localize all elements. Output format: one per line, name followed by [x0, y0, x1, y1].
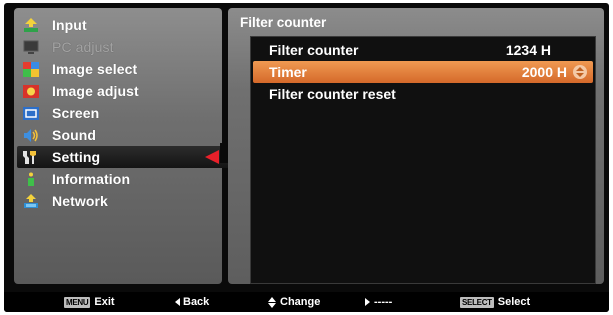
menu-item-network[interactable]: Network [18, 190, 220, 212]
row-label: Timer [269, 64, 307, 80]
next-label: ----- [374, 296, 393, 308]
image-select-icon [22, 61, 39, 77]
menu-item-label: Information [52, 171, 131, 187]
menu-item-label: Setting [52, 149, 101, 165]
menu-key-icon: MENU [64, 296, 91, 308]
main-menu: Input PC adjust Image select Image adjus… [14, 8, 229, 284]
menu-item-screen[interactable]: Screen [18, 102, 220, 124]
panel-title: Filter counter [240, 15, 327, 30]
change-label: Change [280, 296, 321, 308]
back-label: Back [183, 296, 210, 308]
row-value: 2000 H [521, 64, 567, 80]
menu-item-image-adjust[interactable]: Image adjust [18, 80, 220, 102]
menu-item-label: Image select [52, 61, 138, 77]
left-arrow-icon [175, 298, 180, 306]
submenu-list: Filter counter 1234 H Timer 2000 H Filte… [250, 36, 596, 284]
menu-item-input[interactable]: Input [18, 14, 220, 36]
menu-item-image-select[interactable]: Image select [18, 58, 220, 80]
pc-adjust-icon [22, 39, 39, 55]
button-guide-bar: MENU Exit Back Change ----- SELECT Selec… [4, 292, 609, 312]
submenu-panel: Filter counter Filter counter 1234 H Tim… [228, 8, 604, 284]
row-label: Filter counter [269, 42, 359, 58]
information-icon [22, 171, 39, 187]
submenu-row-filter-counter[interactable]: Filter counter 1234 H [253, 39, 593, 61]
network-icon [22, 193, 39, 209]
submenu-row-timer[interactable]: Timer 2000 H [253, 61, 593, 83]
change-hint: Change [268, 295, 320, 309]
back-hint: Back [175, 295, 209, 309]
menu-item-setting[interactable]: Setting [17, 146, 229, 168]
menu-item-sound[interactable]: Sound [18, 124, 220, 146]
selection-arrow-icon [205, 150, 219, 164]
right-arrow-icon [365, 298, 370, 306]
menu-item-label: Input [52, 17, 87, 33]
menu-item-information[interactable]: Information [18, 168, 220, 190]
select-hint: SELECT Select [460, 295, 530, 309]
up-down-adjust-icon[interactable] [573, 65, 587, 79]
projector-osd: Input PC adjust Image select Image adjus… [4, 3, 609, 312]
menu-item-pc-adjust[interactable]: PC adjust [18, 36, 220, 58]
submenu-row-filter-counter-reset[interactable]: Filter counter reset [253, 83, 593, 105]
next-hint: ----- [365, 295, 392, 309]
menu-item-label: PC adjust [52, 39, 114, 55]
menu-item-label: Network [52, 193, 108, 209]
row-value: 1234 H [505, 42, 551, 58]
row-label: Filter counter reset [269, 86, 396, 102]
select-label: Select [497, 296, 531, 308]
exit-label: Exit [94, 296, 115, 308]
menu-item-label: Screen [52, 105, 100, 121]
input-icon [22, 17, 39, 33]
exit-hint: MENU Exit [64, 295, 115, 309]
up-down-arrow-icon [268, 296, 276, 308]
image-adjust-icon [22, 83, 39, 99]
setting-icon [22, 149, 39, 165]
select-key-icon: SELECT [460, 296, 494, 308]
menu-item-label: Image adjust [52, 83, 139, 99]
screen-icon [22, 105, 39, 121]
sound-icon [22, 127, 39, 143]
menu-item-label: Sound [52, 127, 97, 143]
